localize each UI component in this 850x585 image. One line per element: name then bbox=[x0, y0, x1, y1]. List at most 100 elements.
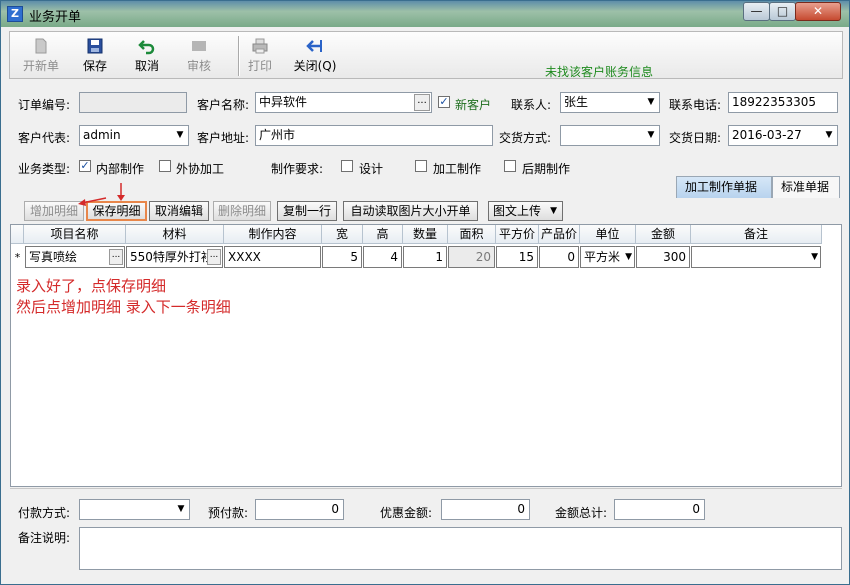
col-header-amount[interactable]: 金额 bbox=[636, 225, 691, 244]
printer-icon bbox=[252, 38, 268, 54]
contact-value: 张生 bbox=[564, 95, 589, 109]
chevron-down-icon: ▼ bbox=[550, 206, 557, 216]
print-button[interactable]: 打印 bbox=[235, 34, 285, 78]
payment-select[interactable]: ▼ bbox=[79, 499, 190, 520]
cell-material[interactable]: 550特厚外打衫 ... bbox=[126, 246, 223, 268]
contact-select[interactable]: 张生 ▼ bbox=[560, 92, 660, 113]
post-checkbox[interactable] bbox=[504, 160, 516, 172]
material-lookup-button[interactable]: ... bbox=[207, 249, 221, 265]
col-header-sqm-price[interactable]: 平方价 bbox=[496, 225, 539, 244]
cell-width[interactable]: 5 bbox=[322, 246, 362, 268]
delete-detail-button[interactable]: 删除明细 bbox=[213, 201, 271, 221]
hint-line-1: 录入好了，点保存明细 bbox=[16, 277, 167, 295]
auto-read-size-button[interactable]: 自动读取图片大小开单 bbox=[343, 201, 478, 221]
order-no-field[interactable] bbox=[79, 92, 187, 113]
req-label: 制作要求: bbox=[271, 162, 324, 176]
cell-qty[interactable]: 1 bbox=[403, 246, 447, 268]
outsource-checkbox[interactable] bbox=[159, 160, 171, 172]
audit-button[interactable]: 审核 bbox=[174, 34, 224, 78]
customer-lookup-button[interactable]: ... bbox=[414, 94, 430, 111]
chevron-down-icon: ▼ bbox=[177, 504, 185, 514]
col-header-material[interactable]: 材料 bbox=[126, 225, 224, 244]
col-header-remark[interactable]: 备注 bbox=[691, 225, 822, 244]
cell-sqm-price[interactable]: 15 bbox=[496, 246, 538, 268]
close-label: 关闭(Q) bbox=[293, 59, 337, 73]
window-title: 业务开单 bbox=[29, 10, 82, 25]
copy-row-button[interactable]: 复制一行 bbox=[277, 201, 337, 221]
title-bar[interactable]: Z 业务开单 — □ ✕ bbox=[1, 1, 849, 27]
cell-item-value: 写真喷绘 bbox=[29, 250, 78, 264]
new-customer-checkbox[interactable]: ✓ bbox=[438, 96, 450, 108]
close-button[interactable]: 关闭(Q) bbox=[287, 34, 343, 78]
col-header-height[interactable]: 高 bbox=[363, 225, 403, 244]
design-checkbox[interactable] bbox=[341, 160, 353, 172]
account-notice: 未找该客户账务信息 bbox=[545, 65, 654, 79]
cell-content[interactable]: XXXX bbox=[224, 246, 321, 268]
cell-unit[interactable]: 平方米 ▼ bbox=[580, 246, 635, 268]
cell-amount[interactable]: 300 bbox=[636, 246, 690, 268]
phone-field[interactable]: 18922353305 bbox=[728, 92, 838, 113]
tab-standard[interactable]: 标准单据 bbox=[772, 176, 840, 198]
chevron-down-icon: ▼ bbox=[625, 252, 632, 262]
row-marker: * bbox=[14, 251, 21, 264]
biz-type-label: 业务类型: bbox=[18, 162, 71, 176]
process-checkbox[interactable] bbox=[415, 160, 427, 172]
new-customer-label: 新客户 bbox=[455, 98, 492, 112]
total-field[interactable]: 0 bbox=[614, 499, 705, 520]
exit-arrow-icon bbox=[306, 40, 322, 52]
cell-product-price[interactable]: 0 bbox=[539, 246, 579, 268]
cancel-button[interactable]: 取消 bbox=[122, 34, 172, 78]
app-logo-icon: Z bbox=[7, 6, 23, 22]
col-header-unit[interactable]: 单位 bbox=[580, 225, 636, 244]
cancel-label: 取消 bbox=[134, 59, 159, 73]
cell-height[interactable]: 4 bbox=[363, 246, 402, 268]
date-picker[interactable]: 2016-03-27 ▼ bbox=[728, 125, 838, 146]
col-header-product-price[interactable]: 产品价 bbox=[539, 225, 580, 244]
rep-select[interactable]: admin ▼ bbox=[79, 125, 189, 146]
save-button[interactable]: 保存 bbox=[70, 34, 120, 78]
customer-name-value: 中异软件 bbox=[259, 95, 308, 109]
col-header-area[interactable]: 面积 bbox=[448, 225, 496, 244]
add-detail-button[interactable]: 增加明细 bbox=[24, 201, 84, 221]
customer-name-field[interactable]: 中异软件 ... bbox=[255, 92, 432, 113]
floppy-disk-icon bbox=[87, 38, 103, 54]
chevron-down-icon: ▼ bbox=[825, 130, 833, 140]
customer-name-label: 客户名称: bbox=[197, 98, 250, 112]
hint-arrows bbox=[78, 183, 125, 206]
toolbar: 开新单 保存 取消 审核 打印 关闭(Q) 未找该客户账务信息 bbox=[9, 31, 843, 79]
rep-value: admin bbox=[83, 128, 121, 142]
new-doc-icon bbox=[35, 38, 47, 54]
audit-label: 审核 bbox=[186, 59, 211, 73]
design-label: 设计 bbox=[359, 162, 384, 176]
address-field[interactable]: 广州市 bbox=[255, 125, 493, 146]
hint-line-2: 然后点增加明细 录入下一条明细 bbox=[16, 298, 231, 316]
cell-item[interactable]: 写真喷绘 ... bbox=[25, 246, 125, 268]
col-header-width[interactable]: 宽 bbox=[322, 225, 363, 244]
cancel-edit-button[interactable]: 取消编辑 bbox=[149, 201, 209, 221]
col-header-item[interactable]: 项目名称 bbox=[24, 225, 126, 244]
save-label: 保存 bbox=[82, 59, 107, 73]
cell-unit-value: 平方米 bbox=[584, 250, 621, 264]
delivery-select[interactable]: ▼ bbox=[560, 125, 660, 146]
new-order-label: 开新单 bbox=[22, 59, 59, 73]
maximize-button[interactable]: □ bbox=[769, 2, 796, 21]
undo-arrow-icon bbox=[138, 40, 155, 55]
col-header-content[interactable]: 制作内容 bbox=[224, 225, 322, 244]
col-header-qty[interactable]: 数量 bbox=[403, 225, 448, 244]
order-no-label: 订单编号: bbox=[18, 98, 71, 112]
remark-field[interactable] bbox=[79, 527, 842, 570]
tab-processing[interactable]: 加工制作单据 bbox=[676, 176, 772, 198]
item-lookup-button[interactable]: ... bbox=[109, 249, 123, 265]
chevron-down-icon: ▼ bbox=[647, 97, 655, 107]
new-order-button[interactable]: 开新单 bbox=[16, 34, 66, 78]
discount-field[interactable]: 0 bbox=[441, 499, 530, 520]
post-label: 后期制作 bbox=[522, 162, 571, 176]
address-label: 客户地址: bbox=[197, 131, 250, 145]
upload-dropdown-button[interactable]: 图文上传 ▼ bbox=[488, 201, 563, 221]
internal-checkbox[interactable]: ✓ bbox=[79, 160, 91, 172]
cell-remark[interactable]: ▼ bbox=[691, 246, 821, 268]
close-window-button[interactable]: ✕ bbox=[795, 2, 841, 21]
cell-area: 20 bbox=[448, 246, 495, 268]
prepay-field[interactable]: 0 bbox=[255, 499, 344, 520]
minimize-button[interactable]: — bbox=[743, 2, 770, 21]
